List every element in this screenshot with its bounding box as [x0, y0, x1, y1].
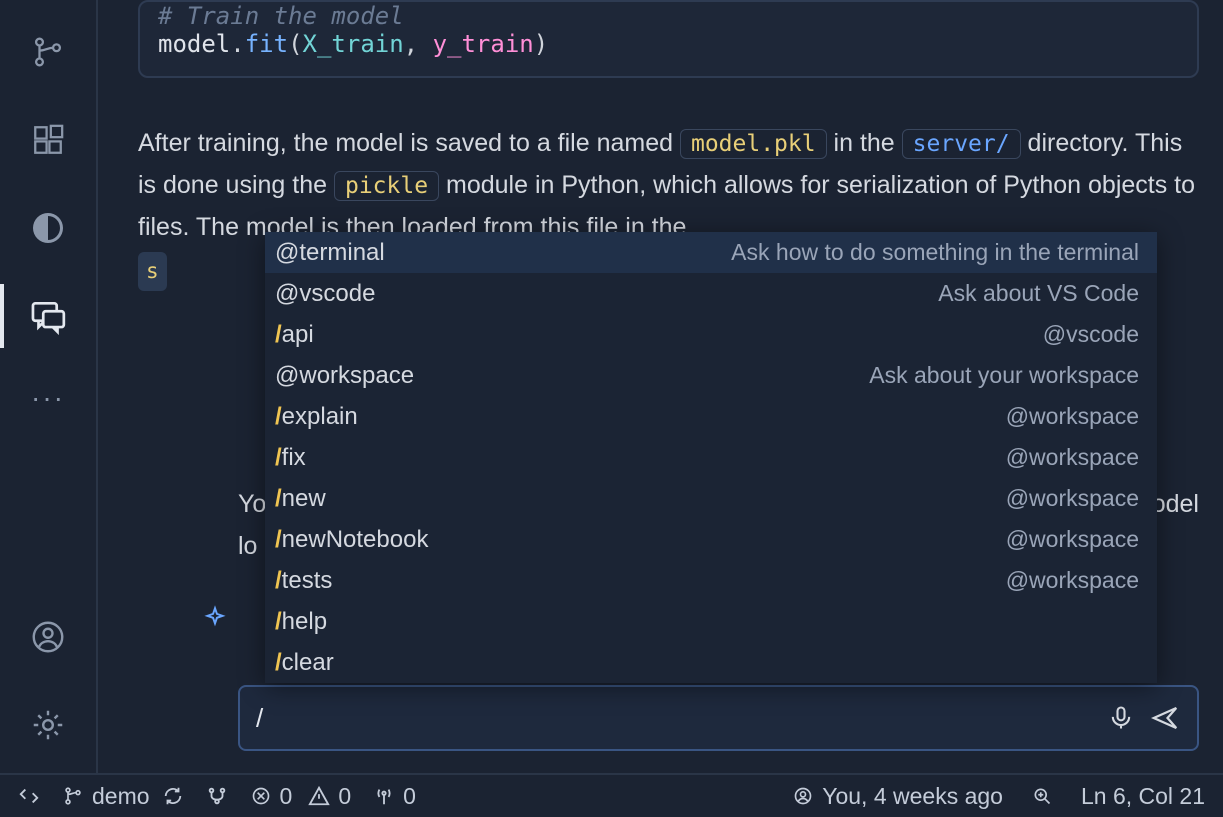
warning-icon: [308, 785, 330, 807]
microphone-icon[interactable]: [1105, 702, 1137, 734]
suggestion-hint: Ask about your workspace: [869, 362, 1139, 389]
suggestion-prefix: /: [275, 485, 282, 513]
suggestion-hint: @workspace: [1006, 444, 1139, 471]
suggestion-item[interactable]: /newNotebook @workspace: [265, 519, 1157, 560]
suggestion-prefix: @: [275, 362, 299, 390]
suggestion-name: api: [282, 321, 314, 349]
problems-status[interactable]: 0 0: [250, 783, 352, 810]
suggestion-prefix: /: [275, 321, 282, 349]
suggestion-prefix: /: [275, 649, 282, 677]
suggestion-item[interactable]: /tests @workspace: [265, 560, 1157, 601]
suggestion-name: explain: [282, 403, 358, 431]
git-branch-status[interactable]: demo: [62, 783, 184, 810]
settings-gear-icon[interactable]: [28, 705, 68, 745]
suggestion-name: vscode: [299, 280, 375, 308]
suggestion-item[interactable]: @workspace Ask about your workspace: [265, 355, 1157, 396]
cursor-position-status[interactable]: Ln 6, Col 21: [1081, 783, 1205, 810]
suggestion-prefix: /: [275, 608, 282, 636]
suggestion-name: new: [282, 485, 326, 513]
suggestion-name: clear: [282, 649, 334, 677]
suggestion-prefix: @: [275, 239, 299, 267]
suggestion-hint: @vscode: [1043, 321, 1139, 348]
suggestion-prefix: /: [275, 444, 282, 472]
suggestion-name: fix: [282, 444, 306, 472]
chat-input-field[interactable]: [256, 703, 1093, 734]
suggestion-hint: @workspace: [1006, 485, 1139, 512]
suggestion-item[interactable]: /api @vscode: [265, 314, 1157, 355]
overflow-menu-icon[interactable]: ···: [31, 384, 65, 412]
suggestion-name: tests: [282, 567, 333, 595]
source-control-graph[interactable]: [206, 785, 228, 807]
suggestion-hint: @workspace: [1006, 526, 1139, 553]
antenna-icon: [373, 785, 395, 807]
branch-icon: [62, 785, 84, 807]
code-comment: # Train the model: [158, 2, 404, 30]
inline-code: pickle: [334, 171, 439, 201]
sparkle-icon: [202, 605, 228, 631]
activity-bar: ···: [0, 0, 98, 773]
zoom-icon: [1031, 785, 1053, 807]
suggestion-prefix: /: [275, 403, 282, 431]
suggestion-name: newNotebook: [282, 526, 429, 554]
error-icon: [250, 785, 272, 807]
inline-code: model.pkl: [680, 129, 827, 159]
git-blame-status[interactable]: You, 4 weeks ago: [792, 783, 1003, 810]
suggestion-item[interactable]: @terminal Ask how to do something in the …: [265, 232, 1157, 273]
branch-name: demo: [92, 783, 150, 810]
suggestion-hint: Ask how to do something in the terminal: [731, 239, 1139, 266]
chat-panel: # Train the model model.fit(X_train, y_t…: [98, 0, 1223, 773]
graph-icon: [206, 785, 228, 807]
person-icon: [792, 785, 814, 807]
suggestion-hint: @workspace: [1006, 567, 1139, 594]
inline-code: server/: [902, 129, 1021, 159]
command-suggestions-popup: @terminalAsk how to do something in the …: [265, 232, 1157, 683]
test-icon[interactable]: [28, 208, 68, 248]
zoom-status[interactable]: [1031, 785, 1053, 807]
source-control-icon[interactable]: [28, 32, 68, 72]
suggestion-prefix: /: [275, 526, 282, 554]
remote-icon: [18, 785, 40, 807]
suggestion-name: workspace: [299, 362, 414, 390]
chat-icon[interactable]: [28, 296, 68, 336]
suggestion-name: terminal: [299, 239, 384, 267]
suggestion-item[interactable]: /explain @workspace: [265, 396, 1157, 437]
chat-input[interactable]: [238, 685, 1199, 751]
suggestion-item[interactable]: /new @workspace: [265, 478, 1157, 519]
ports-status[interactable]: 0: [373, 783, 416, 810]
accounts-icon[interactable]: [28, 617, 68, 657]
suggestion-hint: @workspace: [1006, 403, 1139, 430]
suggestion-item[interactable]: /fix @workspace: [265, 437, 1157, 478]
suggestion-item[interactable]: @vscode Ask about VS Code: [265, 273, 1157, 314]
reference-capsule[interactable]: s: [138, 252, 167, 291]
suggestion-item[interactable]: /help: [265, 601, 1157, 642]
code-block: # Train the model model.fit(X_train, y_t…: [138, 0, 1199, 78]
remote-indicator[interactable]: [18, 785, 40, 807]
suggestion-name: help: [282, 608, 327, 636]
suggestion-item[interactable]: /clear: [265, 642, 1157, 683]
status-bar: demo 0 0 0: [0, 773, 1223, 817]
sync-icon[interactable]: [162, 785, 184, 807]
suggestion-prefix: /: [275, 567, 282, 595]
send-icon[interactable]: [1149, 702, 1181, 734]
suggestion-prefix: @: [275, 280, 299, 308]
suggestion-hint: Ask about VS Code: [938, 280, 1139, 307]
extensions-icon[interactable]: [28, 120, 68, 160]
